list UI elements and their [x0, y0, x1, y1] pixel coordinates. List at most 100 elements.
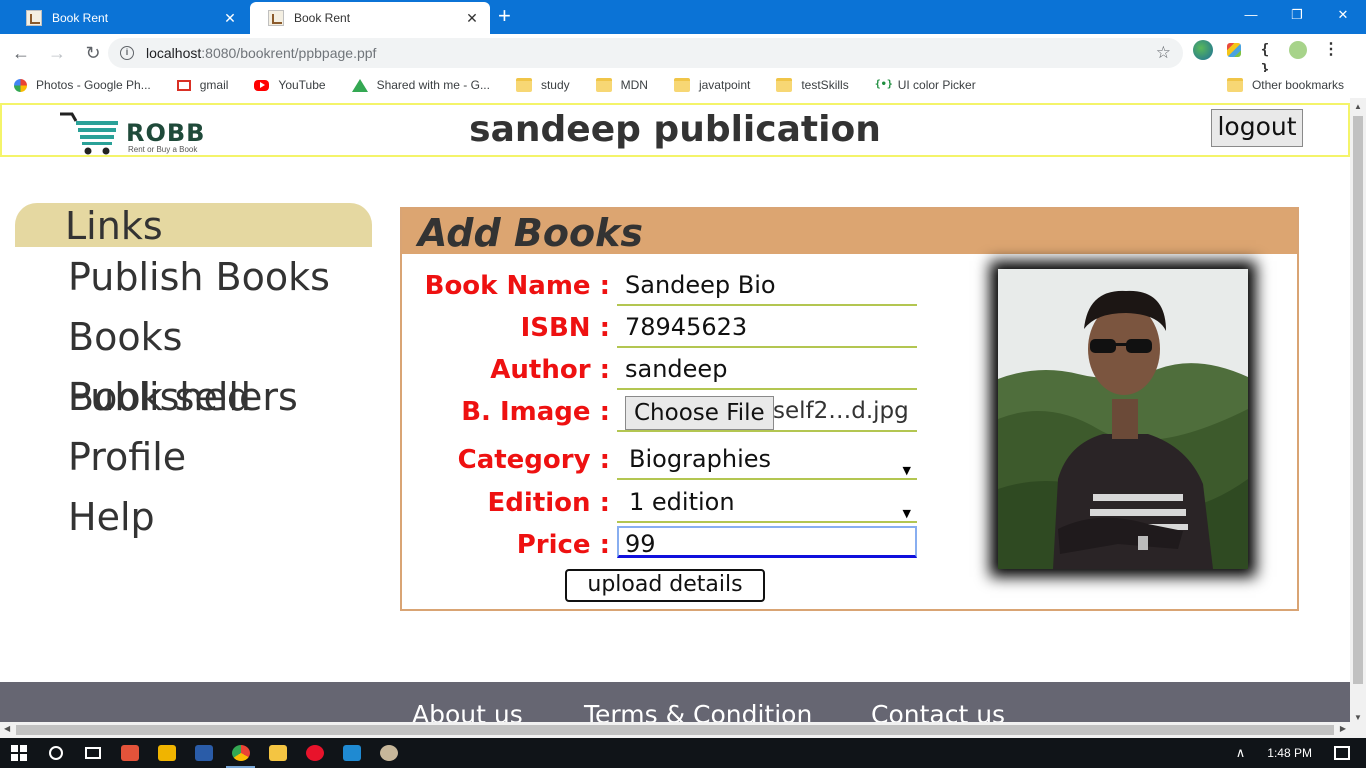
vscode-icon[interactable]: [333, 738, 370, 768]
bookmark-shared-with-me[interactable]: Shared with me - G...: [351, 78, 490, 92]
bookmark-label: Photos - Google Ph...: [36, 78, 151, 92]
pen-app-icon[interactable]: [148, 738, 185, 768]
color-palette-extension-icon[interactable]: [1227, 43, 1241, 57]
choose-file-button[interactable]: Choose File: [625, 396, 774, 430]
bookmark-study[interactable]: study: [515, 78, 570, 92]
scroll-up-arrow-icon[interactable]: ▲: [1350, 102, 1366, 111]
notification-center-icon[interactable]: [1334, 746, 1350, 760]
windows-start-icon[interactable]: [0, 738, 37, 768]
book-rent-favicon-icon: [268, 10, 284, 26]
bookmark-label: Shared with me - G...: [376, 78, 490, 92]
vertical-scroll-thumb[interactable]: [1353, 116, 1363, 684]
profile-avatar-icon[interactable]: [1289, 41, 1307, 59]
back-arrow-icon[interactable]: ←: [6, 38, 36, 68]
bookmarks-bar: Photos - Google Ph... gmail YouTube Shar…: [0, 72, 1366, 98]
youtube-icon: [254, 79, 270, 91]
other-bookmarks[interactable]: Other bookmarks: [1226, 78, 1344, 92]
bookmark-label: study: [540, 78, 570, 92]
close-tab-icon[interactable]: ✕: [222, 10, 238, 27]
sidebar-item-books-published[interactable]: Books Published: [15, 307, 373, 419]
globe-extension-icon[interactable]: [1193, 40, 1213, 60]
price-input[interactable]: 99: [617, 526, 917, 558]
author-label: Author :: [490, 355, 610, 385]
json-braces-extension-icon[interactable]: { }: [1255, 40, 1275, 78]
restore-button[interactable]: ❐: [1274, 0, 1320, 30]
bookmark-ui-color-picker[interactable]: {•} UI color Picker: [875, 78, 976, 92]
scroll-down-arrow-icon[interactable]: ▼: [1350, 713, 1366, 722]
bookmark-photos[interactable]: Photos - Google Ph...: [14, 78, 151, 92]
edition-label: Edition :: [487, 488, 610, 518]
horizontal-scroll-thumb[interactable]: [16, 725, 1334, 735]
category-row: Category : Biographies ▼: [402, 440, 922, 482]
bookmark-testskills[interactable]: testSkills: [776, 78, 849, 92]
close-tab-icon[interactable]: ✕: [464, 10, 480, 27]
window-controls: — ❐ ✕: [1228, 0, 1366, 32]
bookmark-star-icon[interactable]: ☆: [1156, 43, 1171, 63]
author-input[interactable]: sandeep: [617, 350, 917, 390]
task-view-icon[interactable]: [74, 738, 111, 768]
browser-menu-icon[interactable]: ⋮: [1321, 40, 1341, 60]
book-rent-favicon-icon: [26, 10, 42, 26]
selected-file-name: self2…d.jpg: [773, 398, 909, 424]
vertical-scrollbar[interactable]: ▲ ▼: [1350, 98, 1366, 726]
bookmark-mdn[interactable]: MDN: [595, 78, 648, 92]
logout-button[interactable]: logout: [1211, 109, 1303, 147]
sidebar-item-publish-books[interactable]: Publish Books: [15, 247, 373, 307]
bookmark-label: javatpoint: [698, 78, 751, 92]
bookmark-javatpoint[interactable]: javatpoint: [673, 78, 751, 92]
add-books-card: Add Books Book Name : Sandeep Bio ISBN :…: [400, 207, 1299, 611]
opera-icon[interactable]: [296, 738, 333, 768]
edition-select[interactable]: 1 edition ▼: [617, 483, 917, 523]
bookmark-label: UI color Picker: [897, 78, 976, 92]
tab-title: Book Rent: [294, 11, 351, 25]
scroll-right-arrow-icon[interactable]: ▶: [1340, 724, 1346, 733]
close-window-button[interactable]: ✕: [1320, 0, 1366, 30]
author-row: Author : sandeep: [402, 350, 922, 392]
sidebar-item-profile[interactable]: Profile: [15, 427, 373, 487]
sidebar: Links Publish Books Books Published Book…: [15, 203, 373, 547]
folder-icon: [673, 78, 690, 92]
color-picker-icon: {•}: [874, 79, 893, 90]
sidebar-heading: Links: [15, 203, 372, 248]
site-info-icon[interactable]: i: [120, 46, 134, 60]
horizontal-scrollbar[interactable]: ◀ ▶: [0, 722, 1366, 738]
powershell-icon[interactable]: [185, 738, 222, 768]
drive-icon: [351, 78, 368, 92]
book-name-input[interactable]: Sandeep Bio: [617, 266, 917, 306]
price-row: Price : 99: [402, 518, 922, 560]
site-footer: About us Terms & Condition Contact us: [0, 682, 1350, 726]
author-photo: [998, 269, 1248, 569]
paint-palette-app-icon[interactable]: [370, 738, 407, 768]
image-label: B. Image :: [461, 397, 610, 427]
bookmark-label: Other bookmarks: [1251, 78, 1344, 92]
category-label: Category :: [457, 445, 610, 475]
forward-arrow-icon[interactable]: →: [42, 38, 72, 68]
browser-tab-1[interactable]: Book Rent ✕: [8, 2, 248, 34]
folder-icon: [595, 78, 612, 92]
browser-tab-2[interactable]: Book Rent ✕: [250, 2, 490, 34]
reload-icon[interactable]: ↻: [78, 38, 108, 68]
price-label: Price :: [516, 530, 610, 560]
taskbar-clock[interactable]: 1:48 PM: [1267, 746, 1312, 760]
sidebar-item-book-sellers[interactable]: Book sellers: [15, 367, 373, 427]
scroll-left-arrow-icon[interactable]: ◀: [4, 724, 10, 733]
book-name-label: Book Name :: [424, 271, 610, 301]
paint-app-icon[interactable]: [111, 738, 148, 768]
new-tab-button[interactable]: +: [498, 5, 511, 27]
page-viewport: ROBB Rent or Buy a Book sandeep publicat…: [0, 98, 1350, 726]
bookmark-youtube[interactable]: YouTube: [254, 78, 326, 92]
chrome-icon[interactable]: [222, 738, 259, 768]
book-name-row: Book Name : Sandeep Bio: [402, 266, 922, 308]
sidebar-item-help[interactable]: Help: [15, 487, 373, 547]
upload-details-button[interactable]: upload details: [565, 569, 765, 602]
page-title: sandeep publication: [469, 109, 881, 150]
minimize-button[interactable]: —: [1228, 0, 1274, 30]
show-hidden-icons-chevron-up-icon[interactable]: ∧: [1236, 745, 1246, 761]
search-icon[interactable]: [37, 738, 74, 768]
isbn-input[interactable]: 78945623: [617, 308, 917, 348]
address-bar[interactable]: i localhost:8080/bookrent/ppbpage.ppf ☆: [108, 38, 1183, 68]
category-select[interactable]: Biographies ▼: [617, 440, 917, 480]
image-row: B. Image : Choose File self2…d.jpg: [402, 392, 922, 434]
file-explorer-icon[interactable]: [259, 738, 296, 768]
bookmark-gmail[interactable]: gmail: [176, 78, 228, 92]
